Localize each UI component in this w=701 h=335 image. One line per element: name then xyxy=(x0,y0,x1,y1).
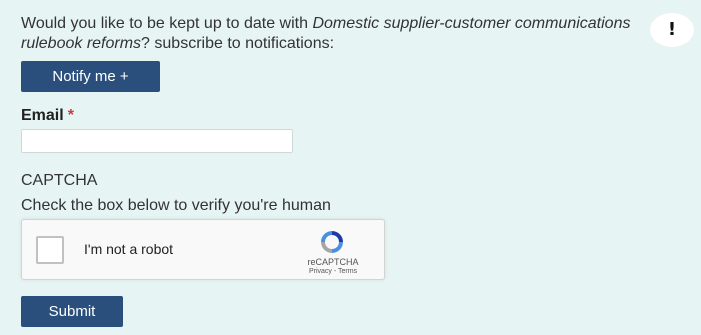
recaptcha-logo-icon xyxy=(321,231,343,253)
subscribe-panel: Would you like to be kept up to date wit… xyxy=(0,0,701,335)
required-marker: * xyxy=(67,107,74,124)
email-label: Email * xyxy=(21,107,74,125)
subscribe-intro-text: Would you like to be kept up to date wit… xyxy=(21,14,631,54)
intro-prefix: Would you like to be kept up to date wit… xyxy=(21,15,313,32)
recaptcha-checkbox[interactable] xyxy=(36,236,64,264)
recaptcha-checkbox-label: I'm not a robot xyxy=(84,241,174,257)
email-field[interactable] xyxy=(21,129,293,153)
recaptcha-privacy-terms[interactable]: Privacy - Terms xyxy=(290,268,376,275)
captcha-title: CAPTCHA xyxy=(21,172,98,189)
notify-me-button[interactable]: Notify me + xyxy=(21,61,160,92)
captcha-instructions: Check the box below to verify you're hum… xyxy=(21,197,331,214)
exclamation-icon[interactable]: ! xyxy=(650,13,694,47)
submit-button[interactable]: Submit xyxy=(21,296,123,327)
email-label-text: Email xyxy=(21,107,64,124)
recaptcha-brand: reCAPTCHA xyxy=(307,257,359,267)
recaptcha-widget: I'm not a robot reCAPTCHA Privacy - Term… xyxy=(21,219,385,280)
intro-suffix: ? subscribe to notifications: xyxy=(141,35,335,52)
